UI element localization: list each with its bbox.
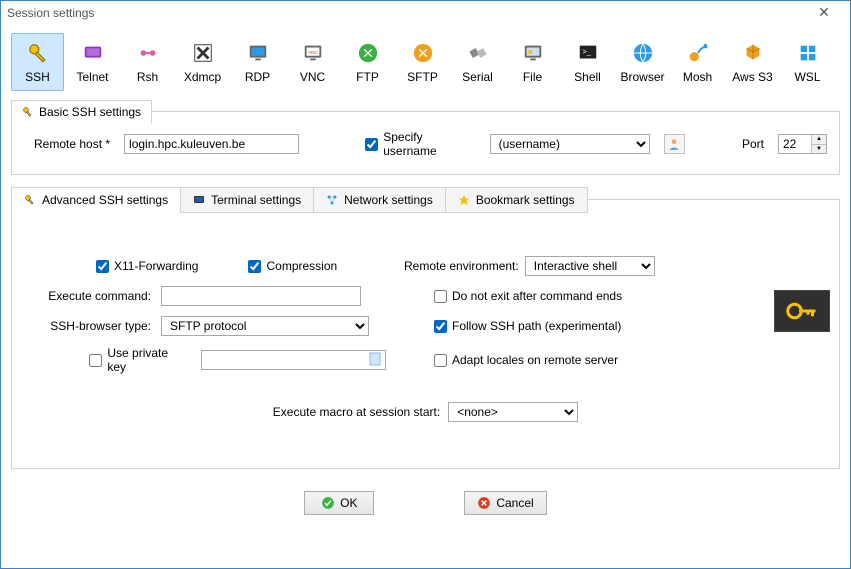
tool-label: Serial bbox=[462, 70, 493, 84]
tool-label: Xdmcp bbox=[184, 70, 221, 84]
sftp-icon bbox=[411, 41, 435, 65]
private-key-checkbox[interactable]: Use private key bbox=[89, 346, 179, 374]
macro-label: Execute macro at session start: bbox=[273, 405, 440, 419]
tool-label: Mosh bbox=[683, 70, 712, 84]
document-icon bbox=[369, 352, 383, 368]
window-title: Session settings bbox=[7, 6, 94, 20]
tool-label: Aws S3 bbox=[732, 70, 772, 84]
spin-up-icon[interactable]: ▲ bbox=[812, 135, 826, 145]
remote-host-label: Remote host * bbox=[34, 137, 110, 151]
ssh-browser-label: SSH-browser type: bbox=[26, 319, 151, 333]
tool-xdmcp[interactable]: Xdmcp bbox=[176, 33, 229, 91]
tool-label: Browser bbox=[620, 70, 664, 84]
tool-file[interactable]: File bbox=[506, 33, 559, 91]
key-icon bbox=[26, 41, 50, 65]
tab-network[interactable]: Network settings bbox=[313, 187, 446, 213]
file-icon bbox=[521, 41, 545, 65]
tool-ssh[interactable]: SSH bbox=[11, 33, 64, 91]
tool-rdp[interactable]: RDP bbox=[231, 33, 284, 91]
key-icon bbox=[22, 106, 34, 118]
ftp-icon bbox=[356, 41, 380, 65]
serial-icon bbox=[466, 41, 490, 65]
close-icon[interactable]: ✕ bbox=[804, 4, 844, 21]
username-select[interactable]: (username) bbox=[490, 134, 650, 154]
rdp-icon bbox=[246, 41, 270, 65]
network-icon bbox=[326, 194, 338, 206]
ok-button[interactable]: OK bbox=[304, 491, 374, 515]
macro-select[interactable]: <none> bbox=[448, 402, 578, 422]
cross-icon bbox=[477, 496, 491, 510]
wsl-icon bbox=[796, 41, 820, 65]
check-icon bbox=[321, 496, 335, 510]
tool-label: FTP bbox=[356, 70, 379, 84]
telnet-icon bbox=[81, 41, 105, 65]
tool-label: Telnet bbox=[76, 70, 108, 84]
exec-cmd-label: Execute command: bbox=[26, 289, 151, 303]
port-input[interactable]: ▲▼ bbox=[778, 134, 827, 154]
tool-browser[interactable]: Browser bbox=[616, 33, 669, 91]
tool-label: SFTP bbox=[407, 70, 438, 84]
remote-host-input[interactable] bbox=[124, 134, 299, 154]
tool-label: VNC bbox=[300, 70, 325, 84]
tool-label: Rsh bbox=[137, 70, 158, 84]
vnc-icon: VNC bbox=[301, 41, 325, 65]
aws-icon bbox=[741, 41, 765, 65]
tool-vnc[interactable]: VNC VNC bbox=[286, 33, 339, 91]
tool-label: File bbox=[523, 70, 542, 84]
tool-serial[interactable]: Serial bbox=[451, 33, 504, 91]
svg-text:VNC: VNC bbox=[308, 49, 318, 54]
remote-env-label: Remote environment: bbox=[404, 259, 519, 273]
terminal-icon bbox=[193, 194, 205, 206]
shell-icon: >_ bbox=[576, 41, 600, 65]
tool-aws-s3[interactable]: Aws S3 bbox=[726, 33, 779, 91]
star-icon bbox=[458, 194, 470, 206]
tool-label: Shell bbox=[574, 70, 601, 84]
remote-env-select[interactable]: Interactive shell bbox=[525, 256, 655, 276]
mosh-icon bbox=[686, 41, 710, 65]
tool-label: RDP bbox=[245, 70, 270, 84]
cancel-button[interactable]: Cancel bbox=[464, 491, 546, 515]
follow-path-checkbox[interactable]: Follow SSH path (experimental) bbox=[434, 319, 724, 333]
tool-label: SSH bbox=[25, 70, 50, 84]
browser-icon bbox=[631, 41, 655, 65]
tab-advanced-ssh[interactable]: Advanced SSH settings bbox=[11, 187, 181, 213]
private-key-file-input[interactable] bbox=[201, 350, 386, 370]
rsh-icon bbox=[136, 41, 160, 65]
tool-telnet[interactable]: Telnet bbox=[66, 33, 119, 91]
tool-shell[interactable]: >_ Shell bbox=[561, 33, 614, 91]
exec-cmd-input[interactable] bbox=[161, 286, 361, 306]
key-icon bbox=[24, 194, 36, 206]
user-icon[interactable] bbox=[664, 134, 685, 154]
tool-sftp[interactable]: SFTP bbox=[396, 33, 449, 91]
ssh-browser-select[interactable]: SFTP protocol bbox=[161, 316, 369, 336]
tool-ftp[interactable]: FTP bbox=[341, 33, 394, 91]
tab-bookmark[interactable]: Bookmark settings bbox=[445, 187, 588, 213]
tool-wsl[interactable]: WSL bbox=[781, 33, 834, 91]
tool-mosh[interactable]: Mosh bbox=[671, 33, 724, 91]
tool-label: WSL bbox=[794, 70, 820, 84]
big-key-icon bbox=[774, 290, 830, 332]
specify-username-checkbox[interactable]: Specify username bbox=[365, 130, 475, 158]
port-label: Port bbox=[742, 137, 764, 151]
adapt-locales-checkbox[interactable]: Adapt locales on remote server bbox=[434, 353, 724, 367]
spin-down-icon[interactable]: ▼ bbox=[812, 145, 826, 154]
basic-settings-legend: Basic SSH settings bbox=[11, 100, 152, 124]
x11-forwarding-checkbox[interactable]: X11-Forwarding bbox=[96, 259, 198, 273]
tab-terminal[interactable]: Terminal settings bbox=[180, 187, 314, 213]
do-not-exit-checkbox[interactable]: Do not exit after command ends bbox=[434, 289, 724, 303]
compression-checkbox[interactable]: Compression bbox=[248, 259, 337, 273]
svg-text:>_: >_ bbox=[582, 46, 591, 55]
xdmcp-icon bbox=[191, 41, 215, 65]
tool-rsh[interactable]: Rsh bbox=[121, 33, 174, 91]
